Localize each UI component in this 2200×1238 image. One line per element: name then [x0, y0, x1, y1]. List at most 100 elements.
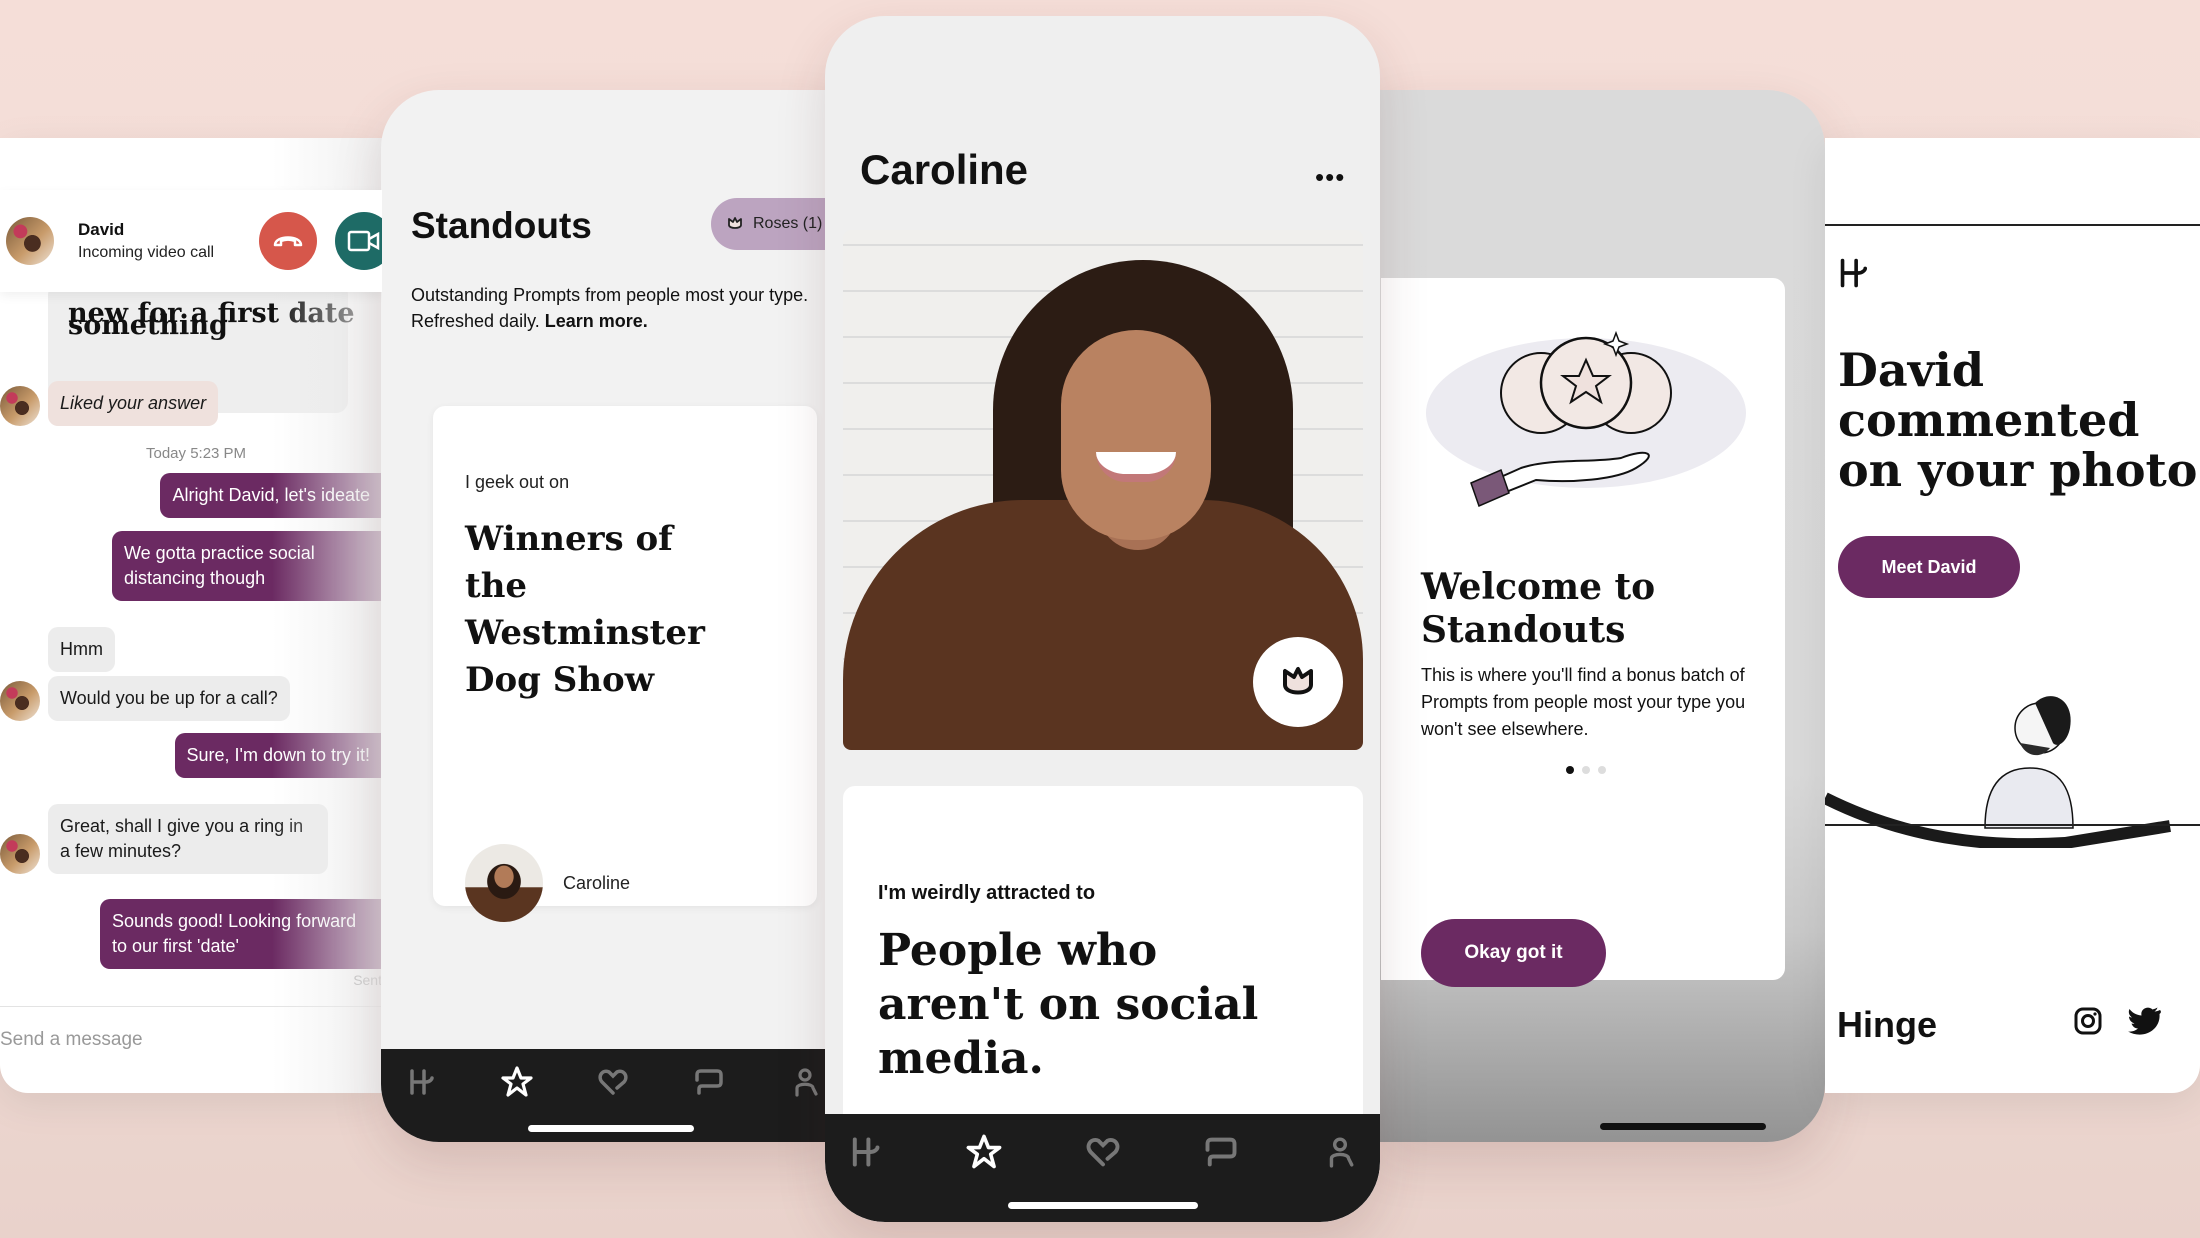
standouts-screen: Standouts Roses (1) Outstanding Prompts … [381, 90, 841, 1142]
roses-label: Roses (1) [753, 215, 823, 232]
prompt-answer: People who aren't on social media. [878, 925, 1259, 1084]
welcome-modal: Welcome to Standouts This is where you'l… [1381, 278, 1785, 987]
chat-icon [1205, 1137, 1237, 1166]
david-avatar [0, 386, 40, 426]
man-on-swing-illustration [1825, 696, 2171, 848]
welcome-title: Welcome to Standouts [1421, 566, 1656, 651]
nav-profile[interactable] [1320, 1132, 1360, 1172]
message-text-david: Hmm [48, 627, 115, 672]
hinge-wordmark: Hinge [1837, 1004, 1938, 1045]
rose-icon [728, 217, 742, 229]
standouts-description: Outstanding Prompts from people most you… [411, 282, 831, 334]
message-text-me: Sure, I'm down to try it! [174, 733, 382, 778]
divider [1825, 824, 2200, 826]
more-options-button[interactable]: ••• [1315, 162, 1345, 193]
twitter-icon [2128, 1007, 2161, 1035]
divider [1825, 224, 2200, 226]
caller-name: David [78, 220, 125, 239]
chat-screen: David Incoming video call Both do someth… [0, 138, 382, 1093]
phone-hangup-icon [273, 236, 303, 247]
standouts-illustration [1426, 330, 1746, 508]
message-bubble: Hmm [0, 626, 382, 672]
message-bubble: Sure, I'm down to try it! [0, 732, 382, 778]
message-bubble: We gotta practice social distancing thou… [0, 521, 382, 601]
standout-card[interactable]: I geek out on Winners of the Westminster… [433, 406, 817, 922]
nav-matches[interactable] [689, 1062, 729, 1102]
bottom-nav [381, 1049, 841, 1142]
meet-david-button[interactable]: Meet David [1838, 536, 2020, 598]
message-text-me: Alright David, let's ideate [160, 473, 382, 518]
david-avatar [0, 834, 40, 874]
message-input[interactable] [0, 1029, 300, 1051]
message-bubble: Alright David, let's ideate [0, 472, 382, 518]
accept-video-call-button[interactable] [335, 212, 382, 270]
page-dot-2[interactable] [1582, 766, 1590, 774]
call-status: Incoming video call [78, 244, 215, 261]
photo-face [1061, 330, 1211, 540]
prompt-answer: new for a first date [68, 298, 355, 329]
message-bubble: Would you be up for a call? [0, 675, 382, 721]
home-indicator [1007, 1202, 1198, 1209]
pagination-dots [1566, 766, 1606, 774]
prompt-answer: Winners of the Westminster Dog Show [465, 519, 705, 700]
prompt-question: I'm weirdly attracted to [878, 882, 1096, 904]
video-camera-icon [347, 230, 380, 252]
nav-matches[interactable] [1201, 1132, 1241, 1172]
nav-profile[interactable] [785, 1062, 825, 1102]
send-rose-button[interactable] [1253, 637, 1343, 727]
profile-screen: Caroline ••• I'm weirdly attracted to Pe… [825, 16, 1380, 1222]
message-bubble: Great, shall I give you a ring in a few … [0, 798, 382, 874]
heart-icon [1086, 1137, 1119, 1166]
nav-standouts[interactable] [964, 1132, 1004, 1172]
message-text-david: Great, shall I give you a ring in a few … [48, 804, 328, 874]
heart-icon [598, 1069, 628, 1095]
sent-status: Sent [353, 972, 382, 988]
twitter-link[interactable] [2128, 1006, 2161, 1036]
home-indicator [528, 1125, 694, 1132]
notification-screen: David commented on your photo Meet David… [1825, 138, 2200, 1093]
caroline-avatar [465, 844, 543, 922]
standout-person[interactable]: Caroline [465, 844, 630, 922]
rose-icon [1283, 667, 1313, 695]
page-title: Standouts [411, 205, 592, 246]
profile-icon [1329, 1136, 1354, 1168]
home-indicator [1600, 1123, 1766, 1130]
page-dot-3[interactable] [1598, 766, 1606, 774]
instagram-icon [2074, 1007, 2102, 1035]
star-icon [966, 1134, 1002, 1168]
welcome-body: This is where you'll find a bonus batch … [1421, 665, 1746, 739]
page-dot-1[interactable] [1566, 766, 1574, 774]
learn-more-link[interactable]: Learn more. [545, 311, 648, 331]
profile-name: Caroline [860, 146, 1029, 193]
message-bubble: Sounds good! Looking forward to our firs… [0, 893, 382, 969]
bottom-nav [825, 1114, 1380, 1222]
liked-message-row: Liked your answer [0, 378, 260, 426]
nav-home[interactable] [401, 1062, 441, 1102]
message-text-me: Sounds good! Looking forward to our firs… [100, 899, 382, 969]
message-composer [0, 1006, 382, 1093]
hinge-home-icon [410, 1069, 434, 1095]
okay-got-it-button[interactable]: Okay got it [1421, 919, 1606, 987]
instagram-link[interactable] [2073, 1006, 2103, 1036]
prompt-card[interactable]: I'm weirdly attracted to People who aren… [843, 786, 1363, 1126]
decline-call-button[interactable] [259, 212, 317, 270]
prompt-question: I geek out on [465, 472, 570, 492]
nav-home[interactable] [845, 1132, 885, 1172]
star-icon [501, 1066, 533, 1097]
incoming-call-banner[interactable]: David Incoming video call [0, 190, 382, 292]
welcome-standouts-screen: Welcome to Standouts This is where you'l… [1380, 90, 1825, 1142]
profile-photo[interactable] [843, 230, 1363, 750]
nav-likes[interactable] [593, 1062, 633, 1102]
notification-headline: David commented on your photo [1838, 343, 2198, 497]
chat-icon [695, 1069, 723, 1095]
message-timestamp: Today 5:23 PM [146, 445, 247, 462]
profile-icon [795, 1068, 818, 1097]
nav-standouts[interactable] [497, 1062, 537, 1102]
david-avatar [0, 681, 40, 721]
hinge-home-icon [852, 1137, 880, 1166]
nav-likes[interactable] [1083, 1132, 1123, 1172]
roses-button[interactable]: Roses (1) [711, 198, 841, 250]
person-name: Caroline [563, 872, 631, 893]
hinge-logo-icon [1840, 258, 1868, 288]
liked-answer-label: Liked your answer [48, 381, 219, 426]
